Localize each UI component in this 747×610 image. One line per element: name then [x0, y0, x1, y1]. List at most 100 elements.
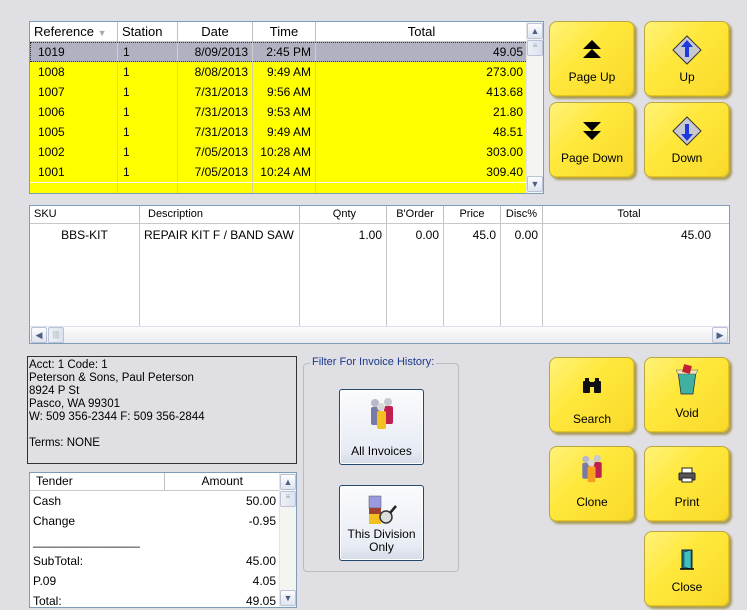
column-header-description[interactable]: Description [140, 206, 300, 223]
scroll-up-button[interactable]: ▲ [280, 474, 296, 490]
column-header-sku[interactable]: SKU [30, 206, 140, 223]
cell-total: 413.68 [316, 82, 528, 102]
column-header-disc[interactable]: Disc% [501, 206, 543, 223]
cell-station: 1 [118, 42, 178, 62]
all-invoices-button[interactable]: All Invoices [339, 389, 424, 465]
tender-amount: 4.05 [252, 574, 276, 588]
tender-row[interactable]: Total: 49.05 [30, 591, 296, 608]
column-header-qnty[interactable]: Qnty [300, 206, 387, 223]
tender-row[interactable]: Cash 50.00 [30, 491, 296, 511]
tender-label: SubTotal: [33, 554, 84, 568]
tender-list-header: Tender Amount [30, 473, 296, 491]
detail-row[interactable]: BBS-KIT REPAIR KIT F / BAND SAW 1.00 0.0… [30, 224, 729, 333]
cell-total: 48.51 [316, 122, 528, 142]
invoice-row[interactable]: 1008 1 8/08/2013 9:49 AM 273.00 [30, 62, 528, 82]
invoice-detail-list[interactable]: SKU Description Qnty B'Order Price Disc%… [29, 205, 730, 344]
invoice-row[interactable]: 1007 1 7/31/2013 9:56 AM 413.68 [30, 82, 528, 102]
scroll-down-button[interactable]: ▼ [280, 590, 296, 606]
cell-border: 0.00 [387, 224, 444, 333]
cell-reference: 1008 [30, 62, 118, 82]
people-icon [340, 396, 423, 432]
close-button[interactable]: Close [644, 531, 730, 607]
cell-price: 45.0 [444, 224, 501, 333]
invoice-row[interactable]: 1001 1 7/05/2013 10:24 AM 309.40 [30, 162, 528, 182]
customer-city: Pasco, WA 99301 [29, 398, 120, 410]
this-division-label: This Division Only [347, 527, 416, 554]
tender-row[interactable]: P.09 4.05 [30, 571, 296, 591]
customer-name: Peterson & Sons, Paul Peterson [29, 372, 194, 384]
invoice-row[interactable]: 1002 1 7/05/2013 10:28 AM 303.00 [30, 142, 528, 162]
column-header-total[interactable]: Total [316, 22, 528, 41]
column-header-time[interactable]: Time [253, 22, 316, 41]
detail-list-hscrollbar[interactable]: ◀ ||| ▶ [30, 326, 729, 343]
tender-label: Cash [33, 494, 62, 508]
cell-date: 7/31/2013 [178, 82, 253, 102]
cell-date: 7/05/2013 [178, 142, 253, 162]
tender-label: Change [33, 514, 76, 528]
column-header-price[interactable]: Price [444, 206, 501, 223]
column-header-total[interactable]: Total [543, 206, 715, 223]
invoice-row[interactable]: 1006 1 7/31/2013 9:53 AM 21.80 [30, 102, 528, 122]
print-button[interactable]: Print [644, 446, 730, 522]
cell-description: REPAIR KIT F / BAND SAW [140, 224, 300, 333]
trash-can-icon [645, 364, 729, 395]
column-header-date[interactable]: Date [178, 22, 253, 41]
cell-sku: BBS-KIT [30, 224, 140, 333]
this-division-only-button[interactable]: This Division Only [339, 485, 424, 561]
column-header-tender[interactable]: Tender [30, 473, 166, 490]
scroll-right-button[interactable]: ▶ [712, 327, 728, 343]
search-button[interactable]: Search [549, 357, 635, 433]
invoice-row[interactable]: 1019 1 8/09/2013 2:45 PM 49.05 [30, 42, 528, 62]
tender-amount: 49.05 [245, 594, 276, 608]
double-chevron-down-icon [550, 117, 634, 145]
column-header-border[interactable]: B'Order [387, 206, 444, 223]
arrow-down-icon [645, 116, 729, 146]
cell-date: 8/08/2013 [178, 62, 253, 82]
cell-reference: 1019 [30, 42, 118, 62]
column-header-station[interactable]: Station [118, 22, 178, 41]
cell-disc: 0.00 [501, 224, 543, 333]
column-header-reference[interactable]: Reference ▼ [30, 22, 118, 41]
scroll-left-button[interactable]: ◀ [31, 327, 47, 343]
cell-time: 9:49 AM [253, 62, 316, 82]
door-exit-icon [645, 546, 729, 574]
printer-icon [645, 461, 729, 489]
tender-list[interactable]: Tender Amount Cash 50.00 Change -0.95 ______… [29, 472, 297, 608]
scroll-up-button[interactable]: ▲ [527, 23, 543, 39]
tender-row[interactable]: ________________ [30, 531, 296, 551]
tender-row[interactable]: Change -0.95 [30, 511, 296, 531]
cell-reference: 1001 [30, 162, 118, 182]
invoice-list[interactable]: Reference ▼ Station Date Time Total 1019… [29, 21, 544, 194]
hscroll-thumb[interactable]: ||| [48, 327, 64, 343]
tender-row[interactable]: SubTotal: 45.00 [30, 551, 296, 571]
scroll-thumb[interactable]: ≡ [527, 40, 543, 56]
clone-button[interactable]: Clone [549, 446, 635, 522]
cell-time: 9:56 AM [253, 82, 316, 102]
tender-scrollbar[interactable]: ▲ ≡ ▼ [279, 473, 296, 607]
cell-time: 10:24 AM [253, 162, 316, 182]
down-button[interactable]: Down [644, 102, 730, 178]
invoice-list-scrollbar[interactable]: ▲ ≡ ▼ [526, 22, 543, 193]
void-button[interactable]: Void [644, 357, 730, 433]
page-down-button[interactable]: Page Down [549, 102, 635, 178]
cell-station: 1 [118, 142, 178, 162]
cell-date: 7/31/2013 [178, 122, 253, 142]
cell-reference: 1005 [30, 122, 118, 142]
scroll-thumb[interactable]: ≡ [280, 491, 296, 507]
cell-station: 1 [118, 82, 178, 102]
page-up-button[interactable]: Page Up [549, 21, 635, 97]
cell-total: 21.80 [316, 102, 528, 122]
tender-label: ________________ [33, 534, 140, 548]
scroll-down-button[interactable]: ▼ [527, 176, 543, 192]
double-chevron-up-icon [550, 36, 634, 64]
customer-terms: Terms: NONE [29, 437, 100, 449]
invoice-row[interactable]: 1005 1 7/31/2013 9:49 AM 48.51 [30, 122, 528, 142]
cell-time: 9:53 AM [253, 102, 316, 122]
column-header-amount[interactable]: Amount [165, 473, 279, 490]
cell-station: 1 [118, 62, 178, 82]
tender-amount: 45.00 [245, 554, 276, 568]
tender-amount: -0.95 [248, 514, 276, 528]
invoice-list-header: Reference ▼ Station Date Time Total [30, 22, 543, 42]
cell-station: 1 [118, 162, 178, 182]
up-button[interactable]: Up [644, 21, 730, 97]
